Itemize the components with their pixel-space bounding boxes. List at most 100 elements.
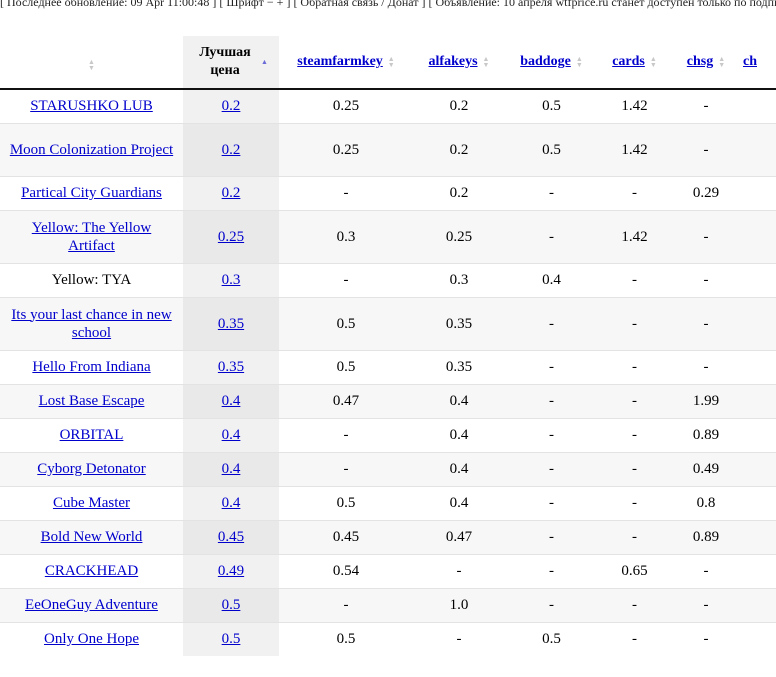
best-price-cell: 0.35	[183, 349, 279, 384]
best-price-cell: 0.2	[183, 88, 279, 123]
baddoge-price-cell: -	[505, 209, 598, 263]
best-price-link[interactable]: 0.4	[222, 495, 241, 511]
game-name-link[interactable]: Bold New World	[41, 529, 143, 545]
game-name-link[interactable]: STARUSHKO LUB	[30, 98, 153, 114]
best-price-link[interactable]: 0.35	[218, 316, 244, 332]
game-name-link[interactable]: Its your last chance in new school	[11, 307, 171, 341]
ch-price-cell	[741, 485, 776, 520]
steamfarmkey-price-cell: 0.3	[279, 209, 413, 263]
table-row: Partical City Guardians 0.2-0.2- -0.29	[0, 175, 776, 210]
cards-price-cell: 1.42	[598, 209, 671, 263]
alfakeys-price-cell: 0.25	[413, 209, 505, 263]
steamfarmkey-price-cell: 0.54	[279, 553, 413, 588]
header-ch-link[interactable]: ch	[743, 54, 757, 69]
game-name-link[interactable]: EeOneGuy Adventure	[25, 597, 158, 613]
best-price-link[interactable]: 0.5	[222, 631, 241, 647]
game-name-link[interactable]: Yellow: The Yellow Artifact	[32, 220, 151, 254]
font-size-control[interactable]: [ Шрифт − + ]	[219, 0, 290, 9]
feedback-link[interactable]: [ Обратная связь / Донат ]	[293, 0, 425, 9]
ch-price-cell	[741, 519, 776, 554]
best-price-link[interactable]: 0.2	[222, 142, 241, 158]
header-cards-link[interactable]: cards	[612, 54, 645, 70]
sort-asc-icon[interactable]: ▲	[261, 59, 268, 66]
header-name-col[interactable]: ▲ ▼	[0, 36, 183, 89]
game-name-cell: Lost Base Escape	[0, 383, 183, 418]
last-update-text: [ Последнее обновление: 09 Apr 11:00:48 …	[0, 0, 217, 9]
best-price-link[interactable]: 0.4	[222, 461, 241, 477]
table-row: CRACKHEAD 0.49 0.54- -0.65-	[0, 553, 776, 588]
best-price-link[interactable]: 0.2	[222, 185, 241, 201]
best-price-link[interactable]: 0.35	[218, 359, 244, 375]
header-steamfarmkey[interactable]: steamfarmkey ▲ ▼	[279, 36, 413, 89]
best-price-cell: 0.25	[183, 209, 279, 263]
header-baddoge-link[interactable]: baddoge	[520, 54, 571, 70]
game-name-cell: Cube Master	[0, 485, 183, 520]
steamfarmkey-price-cell: 0.47	[279, 383, 413, 418]
chsg-price-cell: -	[671, 88, 741, 123]
steamfarmkey-price-cell: -	[279, 262, 413, 297]
game-name-link[interactable]: Cyborg Detonator	[37, 461, 145, 477]
header-best-price[interactable]: Лучшая цена ▲	[183, 36, 279, 89]
header-chsg[interactable]: chsg ▲ ▼	[671, 36, 741, 89]
sort-arrows-icon[interactable]: ▲ ▼	[718, 56, 725, 69]
table-row: Yellow: TYA 0.3-0.3 0.4- -	[0, 262, 776, 297]
best-price-cell: 0.5	[183, 621, 279, 656]
header-cards[interactable]: cards ▲ ▼	[598, 36, 671, 89]
ch-price-cell	[741, 587, 776, 622]
game-name-link[interactable]: Only One Hope	[44, 631, 139, 647]
steamfarmkey-price-cell: 0.5	[279, 349, 413, 384]
game-name-link[interactable]: Partical City Guardians	[21, 185, 162, 201]
best-price-cell: 0.2	[183, 122, 279, 176]
best-price-link[interactable]: 0.4	[222, 427, 241, 443]
ch-price-cell	[741, 553, 776, 588]
sort-arrows-icon[interactable]: ▲ ▼	[483, 56, 490, 69]
best-price-cell: 0.3	[183, 262, 279, 297]
steamfarmkey-price-cell: 0.25	[279, 122, 413, 176]
header-chsg-link[interactable]: chsg	[687, 54, 713, 70]
cards-price-cell: -	[598, 262, 671, 297]
steamfarmkey-price-cell: -	[279, 417, 413, 452]
sort-arrows-icon[interactable]: ▲ ▼	[88, 59, 95, 72]
header-baddoge[interactable]: baddoge ▲ ▼	[505, 36, 598, 89]
game-name-link[interactable]: Moon Colonization Project	[10, 142, 173, 158]
best-price-link[interactable]: 0.3	[222, 272, 241, 288]
game-name-link[interactable]: ORBITAL	[60, 427, 124, 443]
header-alfakeys-link[interactable]: alfakeys	[429, 54, 478, 70]
steamfarmkey-price-cell: 0.5	[279, 296, 413, 350]
game-name-link[interactable]: Cube Master	[53, 495, 130, 511]
best-price-link[interactable]: 0.25	[218, 229, 244, 245]
best-price-link[interactable]: 0.45	[218, 529, 244, 545]
cards-price-cell: 1.42	[598, 88, 671, 123]
table-row: Hello From Indiana 0.35 0.5 0.35- - -	[0, 349, 776, 384]
header-alfakeys[interactable]: alfakeys ▲ ▼	[413, 36, 505, 89]
best-price-cell: 0.4	[183, 383, 279, 418]
alfakeys-price-cell: 0.3	[413, 262, 505, 297]
alfakeys-price-cell: 0.2	[413, 88, 505, 123]
best-price-link[interactable]: 0.2	[222, 98, 241, 114]
best-price-link[interactable]: 0.4	[222, 393, 241, 409]
game-name-link[interactable]: Lost Base Escape	[39, 393, 145, 409]
alfakeys-price-cell: 0.4	[413, 485, 505, 520]
ch-price-cell	[741, 262, 776, 297]
cards-price-cell: 0.65	[598, 553, 671, 588]
best-price-link[interactable]: 0.5	[222, 597, 241, 613]
best-price-cell: 0.35	[183, 296, 279, 350]
game-name-cell: Cyborg Detonator	[0, 451, 183, 486]
best-price-cell: 0.2	[183, 175, 279, 210]
alfakeys-price-cell: 0.4	[413, 383, 505, 418]
chsg-price-cell: 0.29	[671, 175, 741, 210]
game-name-link[interactable]: Hello From Indiana	[32, 359, 150, 375]
game-name-link[interactable]: CRACKHEAD	[45, 563, 138, 579]
best-price-link[interactable]: 0.49	[218, 563, 244, 579]
sort-arrows-icon[interactable]: ▲ ▼	[650, 56, 657, 69]
chsg-price-cell: 0.89	[671, 417, 741, 452]
cards-price-cell: 1.42	[598, 122, 671, 176]
header-ch[interactable]: ch	[741, 36, 776, 89]
baddoge-price-cell: -	[505, 451, 598, 486]
cards-price-cell: -	[598, 485, 671, 520]
sort-arrows-icon[interactable]: ▲ ▼	[576, 56, 583, 69]
alfakeys-price-cell: 0.47	[413, 519, 505, 554]
sort-arrows-icon[interactable]: ▲ ▼	[388, 56, 395, 69]
header-steamfarmkey-link[interactable]: steamfarmkey	[297, 54, 383, 70]
game-name-cell: Hello From Indiana	[0, 349, 183, 384]
